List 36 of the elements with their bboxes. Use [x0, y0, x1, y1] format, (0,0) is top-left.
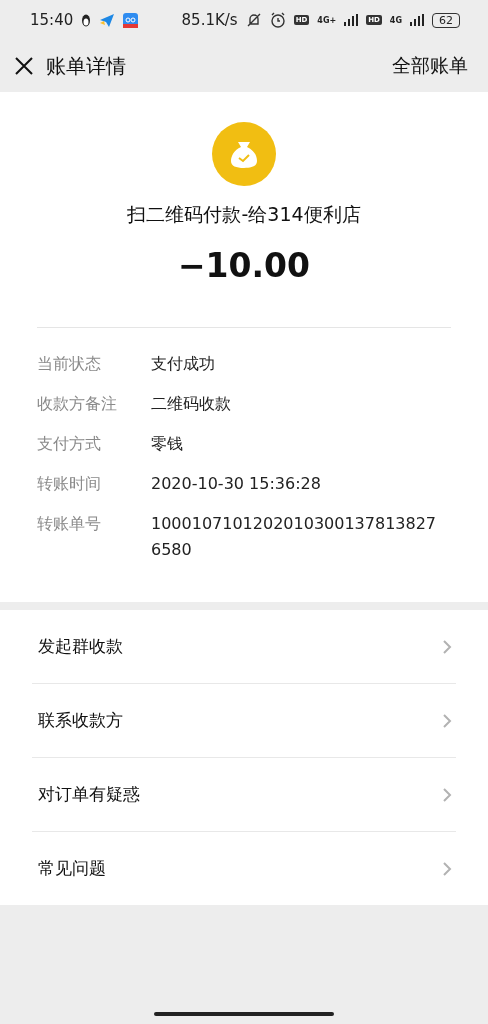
detail-label: 转账时间	[37, 473, 102, 495]
merchant-name: 扫二维码付款-给314便利店	[127, 202, 361, 227]
chevron-icon	[442, 712, 452, 729]
money-bag-icon	[212, 122, 276, 186]
alarm-icon	[269, 12, 286, 28]
detail-label: 支付方式	[37, 433, 102, 455]
detail-value: 零钱	[151, 433, 184, 455]
network-type: 4G+	[317, 15, 337, 25]
network-speed: 85.1K/s	[181, 11, 238, 29]
chevron-icon	[442, 860, 452, 877]
detail-label: 收款方备注	[37, 393, 118, 415]
battery-level: 62	[432, 12, 460, 28]
detail-label: 当前状态	[37, 353, 102, 375]
detail-label: 转账单号	[37, 513, 102, 535]
action-item[interactable]: 联系收款方	[32, 709, 123, 732]
signal-icon	[344, 14, 359, 26]
close-icon[interactable]	[14, 56, 34, 76]
app-icon	[123, 12, 139, 28]
network-type: 4G	[389, 15, 402, 25]
detail-value: 10001071012020103001378138276580	[151, 513, 438, 561]
all-bills-button[interactable]: 全部账单	[392, 53, 468, 79]
detail-value: 支付成功	[151, 353, 216, 375]
amount: −10.00	[177, 246, 310, 285]
detail-value: 二维码收款	[151, 393, 232, 415]
action-item[interactable]: 常见问题	[32, 857, 106, 880]
action-item[interactable]: 对订单有疑惑	[32, 783, 140, 806]
chevron-icon	[442, 638, 452, 655]
detail-value: 2020-10-30 15:36:28	[151, 473, 322, 495]
clock: 15:40	[30, 11, 74, 29]
chevron-icon	[442, 786, 452, 803]
muted-bell-icon	[245, 12, 262, 28]
penguin-icon	[81, 13, 92, 27]
signal-icon	[410, 14, 424, 26]
page-title: 账单详情	[46, 52, 126, 80]
plane-icon	[99, 12, 116, 28]
action-item[interactable]: 发起群收款	[32, 635, 123, 658]
